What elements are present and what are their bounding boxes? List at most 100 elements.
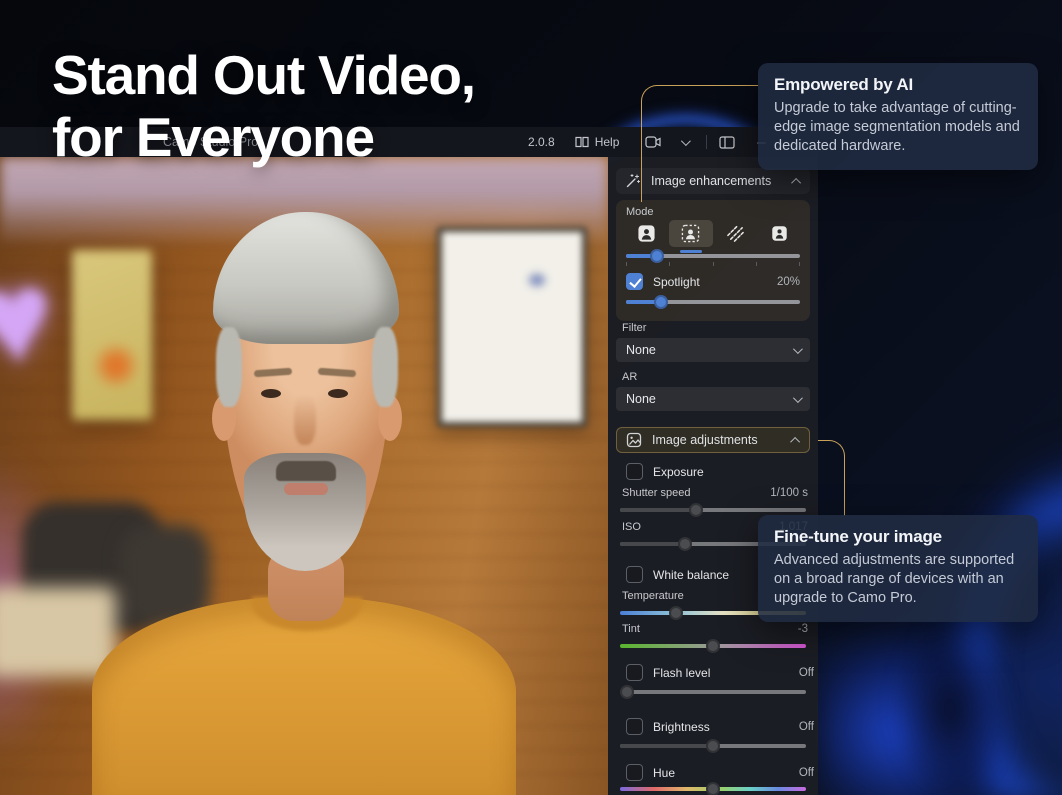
presenter-mustache [276,461,336,481]
temperature-label: Temperature [622,590,684,602]
mode-strength-slider[interactable] [626,249,800,263]
hero-line-2: for Everyone [52,106,375,168]
brightness-checkbox[interactable] [626,718,643,735]
callout-connector-fine-tune [818,440,845,516]
slider-handle[interactable] [620,685,635,699]
flash-level-label: Flash level [653,665,711,680]
white-balance-label: White balance [653,567,730,582]
slider-handle[interactable] [650,249,665,263]
camera-source-button[interactable] [645,135,692,148]
slider-handle[interactable] [668,606,683,620]
titlebar-divider [706,135,708,149]
ar-dropdown[interactable]: None [616,387,810,411]
hue-slider[interactable] [620,782,806,795]
slider-handle[interactable] [706,739,720,753]
book-icon [575,136,589,148]
callout-fine-tune: Fine-tune your image Advanced adjustment… [758,515,1038,622]
white-balance-checkbox[interactable] [626,566,643,583]
ar-label: AR [622,371,638,383]
presenter-lips [284,483,328,495]
flash-level-value: Off [798,666,814,679]
tint-value: -3 [797,623,808,635]
brightness-row: Brightness Off [626,718,814,735]
slider-handle[interactable] [689,503,704,517]
presenter-hair-side-right [372,327,398,407]
filter-dropdown[interactable]: None [616,338,810,362]
mode-blur-button[interactable] [713,220,758,247]
desk [0,587,116,677]
slider-handle[interactable] [706,782,720,795]
mode-segmentation-button[interactable] [668,220,713,253]
chevron-down-icon [681,135,692,146]
section-image-adjustments[interactable]: Image adjustments [616,427,810,453]
callout-title: Fine-tune your image [774,527,942,546]
sidebar-toggle-button[interactable] [719,135,735,149]
ar-selected-value: None [626,392,656,406]
flash-level-checkbox[interactable] [626,664,643,681]
hero-headline: Stand Out Video, for Everyone [52,44,476,168]
section-title: Image adjustments [652,433,758,447]
hue-label: Hue [653,765,676,780]
presenter-eye-right [328,389,348,398]
hue-value: Off [798,766,814,779]
hue-checkbox[interactable] [626,764,643,781]
image-icon [626,432,642,448]
chevron-up-icon[interactable] [790,436,801,447]
callout-body: Upgrade to take advantage of cutting-edg… [774,100,1020,154]
filter-label: Filter [622,322,647,334]
callout-title: Empowered by AI [774,75,914,94]
slider-handle[interactable] [678,537,693,551]
shutter-speed-value: 1/100 s [770,487,808,499]
hue-row: Hue Off [626,764,814,781]
callout-body: Advanced adjustments are supported on a … [774,552,1015,606]
wallpaper-bloom-shadow [880,620,1020,795]
tint-slider[interactable] [620,639,806,653]
section-title: Image enhancements [651,174,772,188]
spotlight-value: 20% [776,275,800,288]
exposure-checkbox[interactable] [626,463,643,480]
mode-label: Mode [626,206,654,218]
shutter-speed-slider[interactable] [620,503,806,517]
chevron-up-icon[interactable] [791,177,802,188]
slider-handle[interactable] [706,639,720,653]
wallpaper-bloom-bottom-right [820,600,1062,795]
spotlight-label: Spotlight [653,274,700,289]
camera-preview: ♥ [0,157,608,795]
titlebar-controls: 2.0.8 Help – [528,127,766,157]
flash-level-slider[interactable] [620,685,806,699]
help-label: Help [594,135,620,149]
mode-button-group [624,220,803,253]
brightness-slider[interactable] [620,739,806,753]
exposure-label: Exposure [653,464,704,479]
chevron-down-icon [792,343,803,354]
filter-selected-value: None [626,343,656,357]
mode-block: Mode Spotlight 20% [616,200,810,321]
mode-replace-button[interactable] [758,220,803,247]
callout-empowered-by-ai: Empowered by AI Upgrade to take advantag… [758,63,1038,170]
help-button[interactable]: Help [575,135,620,149]
presenter-nose [294,395,316,445]
spotlight-row: Spotlight 20% [626,273,800,290]
slider-handle[interactable] [653,295,668,309]
iso-label: ISO [622,521,641,533]
wall-frame-left [72,250,152,420]
exposure-row: Exposure [626,463,810,480]
settings-panel: Image enhancements Mode Spotlight 20% Fi… [608,157,818,795]
slider-ticks [626,262,800,266]
spotlight-checkbox[interactable] [626,273,643,290]
wall-frame-right [437,227,587,427]
version-label: 2.0.8 [528,135,555,149]
mode-selected-indicator [679,250,702,253]
camera-icon [645,136,661,148]
chevron-down-icon [792,392,803,403]
section-image-enhancements[interactable]: Image enhancements [616,168,810,194]
presenter-eye-left [261,389,281,398]
brightness-value: Off [798,720,814,733]
spotlight-slider[interactable] [626,295,800,309]
shutter-speed-label: Shutter speed [622,487,691,499]
mode-portrait-button[interactable] [624,220,669,247]
presenter-hair-side-left [216,327,242,407]
brightness-label: Brightness [653,719,710,734]
frame-artwork [528,273,545,286]
tint-label: Tint [622,623,640,635]
